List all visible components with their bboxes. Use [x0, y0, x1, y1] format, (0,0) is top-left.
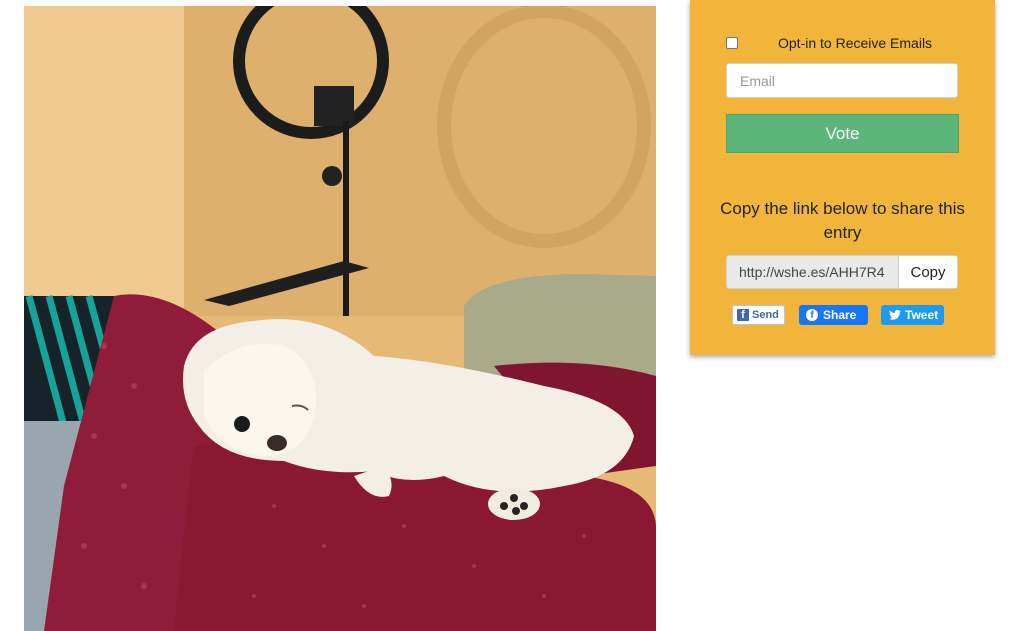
vote-button[interactable]: Vote — [726, 114, 959, 153]
tweet-label: Tweet — [905, 308, 939, 322]
facebook-send-button[interactable]: f Send — [732, 305, 785, 325]
optin-row[interactable]: Opt-in to Receive Emails — [726, 34, 966, 52]
share-label: Share — [823, 308, 857, 322]
email-input[interactable]: Email — [726, 63, 958, 98]
vote-panel: Opt-in to Receive Emails Email Vote Copy… — [690, 0, 995, 355]
share-link-value: http://wshe.es/AHH7R4 — [739, 264, 885, 280]
facebook-square-icon: f — [737, 309, 749, 321]
share-heading: Copy the link below to share this entry — [720, 199, 965, 242]
optin-checkbox[interactable] — [726, 37, 738, 49]
tweet-button[interactable]: Tweet — [881, 305, 944, 325]
share-link-field[interactable]: http://wshe.es/AHH7R4 — [726, 255, 898, 289]
entry-photo — [24, 6, 656, 631]
email-placeholder: Email — [740, 72, 776, 89]
optin-label: Opt-in to Receive Emails — [778, 35, 933, 51]
copy-button[interactable]: Copy — [898, 255, 958, 289]
send-label: Send — [752, 309, 779, 321]
facebook-share-button[interactable]: f Share — [799, 305, 868, 325]
twitter-bird-icon — [889, 310, 901, 320]
facebook-circle-icon: f — [806, 309, 818, 321]
